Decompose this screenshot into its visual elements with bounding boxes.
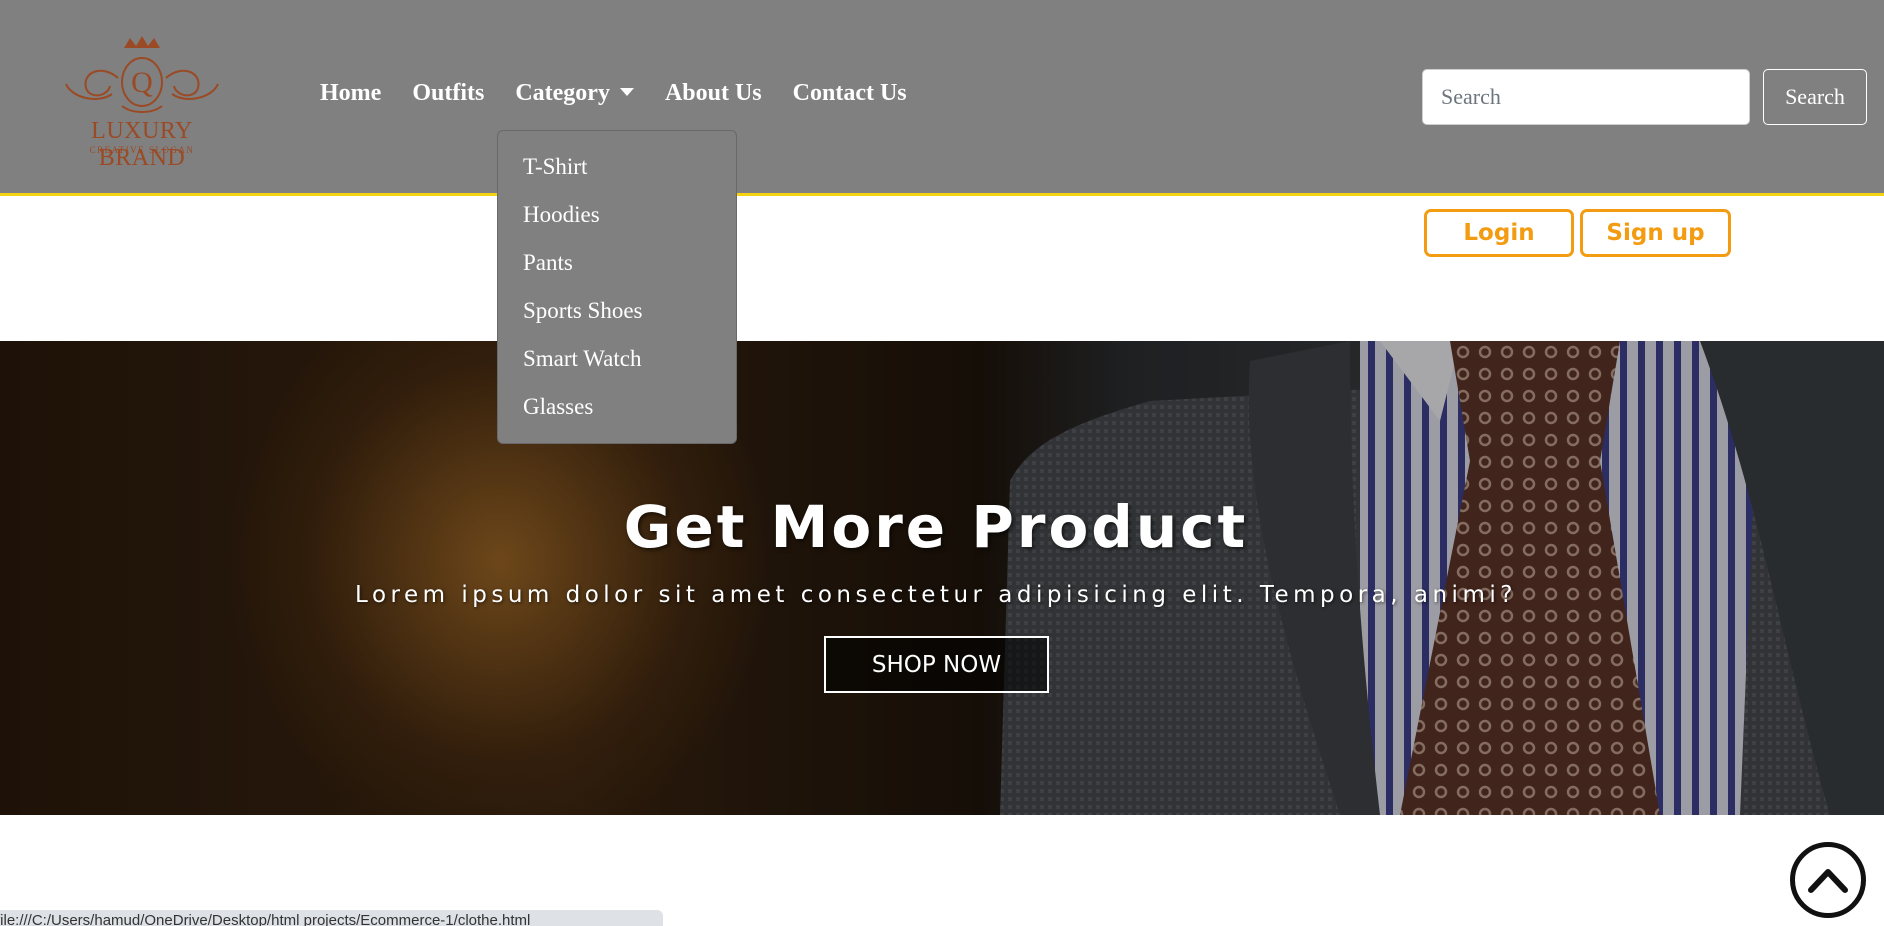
crown-crest-icon: Q xyxy=(65,36,219,113)
brand-logo[interactable]: Q LUXURY BRAND CREATIVE SLOGAN xyxy=(52,34,232,171)
dropdown-item-pants[interactable]: Pants xyxy=(498,239,736,287)
hero-overlay xyxy=(0,341,1884,815)
status-bar-url: file:///C:/Users/hamud/OneDrive/Desktop/… xyxy=(0,910,663,926)
hero-banner: Get More Product Lorem ipsum dolor sit a… xyxy=(0,341,1884,815)
signup-button[interactable]: Sign up xyxy=(1580,209,1731,257)
chevron-up-icon xyxy=(1808,869,1848,893)
dropdown-item-tshirt[interactable]: T-Shirt xyxy=(498,143,736,191)
login-button[interactable]: Login xyxy=(1424,209,1574,257)
nav-category-label: Category xyxy=(515,80,610,106)
hero-title: Get More Product xyxy=(623,493,1249,561)
nav-outfits[interactable]: Outfits xyxy=(412,80,484,107)
nav-about-us[interactable]: About Us xyxy=(665,80,762,107)
hero-subtitle: Lorem ipsum dolor sit amet consectetur a… xyxy=(355,582,1517,608)
brand-slogan: CREATIVE SLOGAN xyxy=(89,145,195,155)
nav-category-toggle[interactable]: Category xyxy=(515,80,634,107)
caret-down-icon xyxy=(619,87,634,96)
nav-contact-us[interactable]: Contact Us xyxy=(793,80,907,107)
nav-home[interactable]: Home xyxy=(320,80,381,107)
shop-now-button[interactable]: SHOP NOW xyxy=(824,636,1049,693)
dropdown-item-smart-watch[interactable]: Smart Watch xyxy=(498,335,736,383)
category-dropdown-menu: T-Shirt Hoodies Pants Sports Shoes Smart… xyxy=(497,130,737,444)
svg-text:Q: Q xyxy=(131,66,153,99)
search-input[interactable] xyxy=(1422,69,1750,125)
dropdown-item-glasses[interactable]: Glasses xyxy=(498,383,736,431)
dropdown-item-sports-shoes[interactable]: Sports Shoes xyxy=(498,287,736,335)
navbar: Q LUXURY BRAND CREATIVE SLOGAN Home Outf… xyxy=(0,0,1884,196)
scroll-to-top-button[interactable] xyxy=(1790,842,1866,918)
search-button[interactable]: Search xyxy=(1763,69,1867,125)
dropdown-item-hoodies[interactable]: Hoodies xyxy=(498,191,736,239)
main-nav: Home Outfits Category About Us Contact U… xyxy=(320,80,907,107)
